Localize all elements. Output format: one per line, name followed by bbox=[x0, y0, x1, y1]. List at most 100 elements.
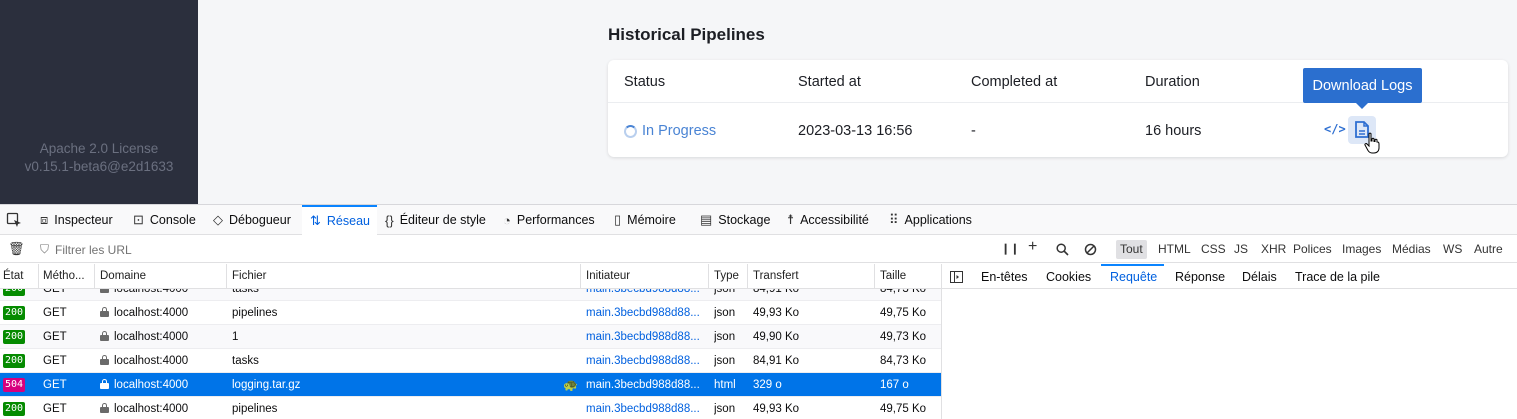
type-filter-images[interactable]: Images bbox=[1338, 240, 1385, 259]
toggle-sidebar-icon[interactable] bbox=[950, 271, 963, 283]
type-filter-polices[interactable]: Polices bbox=[1289, 240, 1336, 259]
table-row[interactable]: 504 GET localhost:4000 logging.tar.gz main.3… bbox=[0, 373, 941, 397]
type-filter-js[interactable]: JS bbox=[1230, 240, 1252, 259]
col-transfert[interactable]: Transfert bbox=[753, 270, 799, 282]
tab-console[interactable]: ⊡ Console bbox=[133, 205, 196, 235]
transfer-cell: 84,91 Ko bbox=[753, 355, 800, 367]
initiator-cell[interactable]: main.3becbd988d88... bbox=[586, 355, 704, 367]
lock-icon bbox=[100, 331, 109, 341]
lock-icon bbox=[100, 379, 109, 389]
transfer-cell: 84,91 Ko bbox=[753, 289, 800, 295]
block-icon[interactable] bbox=[1084, 243, 1097, 256]
type-cell: html bbox=[714, 379, 736, 391]
transfer-cell: 329 o bbox=[753, 379, 782, 391]
status-badge[interactable]: In Progress bbox=[624, 123, 716, 139]
tab-label: Réseau bbox=[326, 214, 370, 228]
file-cell: tasks bbox=[232, 355, 259, 367]
table-row[interactable]: 200 GET localhost:4000 pipelines main.3becbd… bbox=[0, 301, 941, 325]
memory-icon: ▯ bbox=[614, 212, 622, 227]
type-filter-css[interactable]: CSS bbox=[1197, 240, 1230, 259]
status-code-badge: 200 bbox=[3, 354, 25, 368]
size-cell: 167 o bbox=[880, 379, 909, 391]
type-filter-html[interactable]: HTML bbox=[1154, 240, 1195, 259]
domain-text: localhost:4000 bbox=[114, 289, 189, 295]
tab-cookies[interactable]: Cookies bbox=[1046, 270, 1091, 284]
code-icon[interactable]: </> bbox=[1324, 122, 1346, 136]
section-title: Historical Pipelines bbox=[608, 25, 765, 44]
lock-icon bbox=[100, 307, 109, 317]
status-code-badge: 200 bbox=[3, 306, 25, 320]
type-filter-medias[interactable]: Médias bbox=[1388, 240, 1435, 259]
tab-reseau[interactable]: ⇅ Réseau bbox=[302, 205, 377, 235]
tooltip: Download Logs bbox=[1303, 68, 1422, 109]
type-filter-ws[interactable]: WS bbox=[1439, 240, 1466, 259]
tab-label: Performances bbox=[516, 213, 595, 227]
table-row[interactable]: 200 GET localhost:4000 tasks main.3becbd988d… bbox=[0, 349, 941, 373]
table-row[interactable]: 200 GET localhost:4000 1 main.3becbd988d88..… bbox=[0, 325, 941, 349]
initiator-cell[interactable]: main.3becbd988d88... bbox=[586, 379, 704, 391]
table-row[interactable]: 200 GET localhost:4000 pipelines main.3becbd… bbox=[0, 397, 941, 419]
tab-performances[interactable]: ◔ Performances bbox=[503, 205, 595, 235]
tab-reponse[interactable]: Réponse bbox=[1175, 270, 1225, 284]
column-divider[interactable] bbox=[580, 264, 581, 289]
type-filter-tout[interactable]: Tout bbox=[1116, 240, 1147, 259]
col-etat[interactable]: État bbox=[3, 270, 23, 282]
col-fichier[interactable]: Fichier bbox=[232, 270, 267, 282]
tab-debogueur[interactable]: ◇ Débogueur bbox=[213, 205, 291, 235]
method-cell: GET bbox=[43, 355, 67, 367]
type-filter-autre[interactable]: Autre bbox=[1470, 240, 1507, 259]
col-completed: Completed at bbox=[971, 74, 1058, 90]
request-table-header: État Métho... Domaine Fichier Initiateur… bbox=[0, 264, 941, 289]
col-type[interactable]: Type bbox=[714, 270, 739, 282]
trash-icon[interactable]: 🗑 bbox=[8, 241, 25, 257]
tab-en-tetes[interactable]: En-têtes bbox=[981, 270, 1028, 284]
tab-label: Inspecteur bbox=[54, 213, 113, 227]
pick-element-button[interactable] bbox=[6, 205, 22, 235]
column-divider[interactable] bbox=[226, 264, 227, 289]
devtools-tabbar: ⧈ Inspecteur ⊡ Console ◇ Débogueur ⇅ Rés… bbox=[0, 205, 1517, 235]
type-filter-xhr[interactable]: XHR bbox=[1257, 240, 1290, 259]
tab-accessibilite[interactable]: ☨ Accessibilité bbox=[787, 205, 869, 235]
type-cell: json bbox=[714, 289, 736, 295]
tab-memoire[interactable]: ▯ Mémoire bbox=[614, 205, 676, 235]
plus-icon[interactable]: + bbox=[1028, 238, 1037, 256]
col-methode[interactable]: Métho... bbox=[43, 270, 85, 282]
storage-icon: ▤ bbox=[700, 212, 713, 227]
col-taille[interactable]: Taille bbox=[880, 270, 906, 282]
size-cell: 49,73 Ko bbox=[880, 331, 927, 343]
tab-inspecteur[interactable]: ⧈ Inspecteur bbox=[40, 205, 113, 235]
col-domaine[interactable]: Domaine bbox=[100, 270, 146, 282]
domain-text: localhost:4000 bbox=[114, 379, 189, 391]
column-divider[interactable] bbox=[874, 264, 875, 289]
initiator-cell[interactable]: main.3becbd988d88... bbox=[586, 403, 704, 415]
column-divider[interactable] bbox=[94, 264, 95, 289]
status-code-badge: 200 bbox=[3, 289, 25, 296]
tab-applications[interactable]: ⠿ Applications bbox=[889, 205, 972, 235]
col-initiateur[interactable]: Initiateur bbox=[586, 270, 630, 282]
domain-cell: localhost:4000 bbox=[100, 289, 188, 295]
app-area: Apache 2.0 License v0.15.1-beta6@e2d1633… bbox=[0, 0, 1517, 204]
hand-cursor-icon bbox=[1364, 132, 1380, 154]
initiator-cell[interactable]: main.3becbd988d88... bbox=[586, 289, 704, 295]
url-filter-input[interactable]: ⛉ Filtrer les URL bbox=[40, 242, 132, 257]
tab-stockage[interactable]: ▤ Stockage bbox=[700, 205, 770, 235]
performance-icon: ◔ bbox=[503, 212, 511, 228]
file-cell: logging.tar.gz bbox=[232, 379, 301, 391]
lock-icon bbox=[100, 403, 109, 413]
lock-icon bbox=[100, 355, 109, 365]
column-divider[interactable] bbox=[38, 264, 39, 289]
column-divider[interactable] bbox=[747, 264, 748, 289]
style-editor-icon: {} bbox=[385, 212, 394, 228]
tab-requete[interactable]: Requête bbox=[1110, 270, 1157, 284]
tab-trace-pile[interactable]: Trace de la pile bbox=[1295, 270, 1380, 284]
domain-cell: localhost:4000 bbox=[100, 331, 188, 343]
table-row[interactable]: 200 GET localhost:4000 tasks main.3becbd988d… bbox=[0, 289, 941, 301]
column-divider[interactable] bbox=[708, 264, 709, 289]
file-cell: pipelines bbox=[232, 307, 278, 319]
initiator-cell[interactable]: main.3becbd988d88... bbox=[586, 331, 704, 343]
pause-icon[interactable]: ❙❙ bbox=[1001, 242, 1019, 255]
tab-editeur-style[interactable]: {} Éditeur de style bbox=[385, 205, 486, 235]
initiator-cell[interactable]: main.3becbd988d88... bbox=[586, 307, 704, 319]
search-icon[interactable] bbox=[1056, 243, 1069, 256]
tab-delais[interactable]: Délais bbox=[1242, 270, 1277, 284]
